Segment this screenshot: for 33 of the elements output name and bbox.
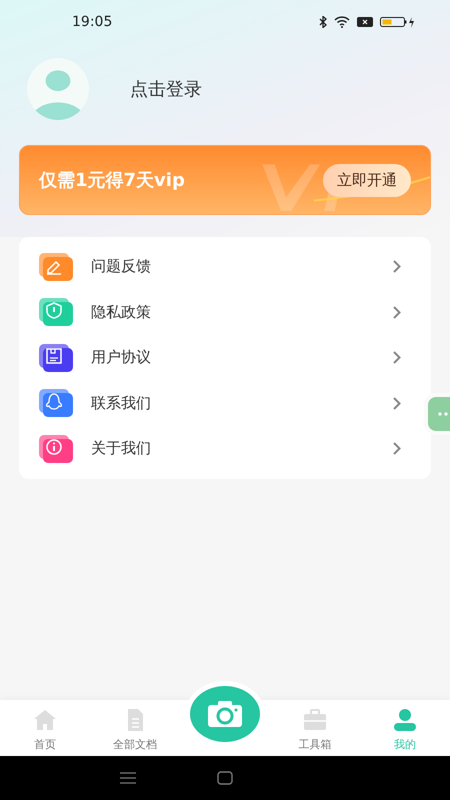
person-icon: [393, 709, 417, 731]
vip-offer-text: 仅需1元得7天vip: [39, 169, 185, 192]
chevron-icon: [393, 260, 401, 274]
status-time: 19:05: [72, 14, 112, 30]
tab[interactable]: 工具箱: [270, 700, 360, 756]
menu-label: 隐私政策: [91, 302, 152, 322]
wifi-icon: [334, 16, 350, 28]
house-icon: [33, 709, 57, 731]
chevron-icon: [393, 396, 401, 410]
dots-icon: [438, 412, 448, 416]
chevron-icon: [393, 442, 401, 456]
sim-icon: [357, 17, 373, 27]
tab[interactable]: 首页: [0, 700, 90, 756]
menu-label: 用户协议: [91, 348, 152, 368]
menu-item[interactable]: 问题反馈: [19, 244, 431, 290]
toolbox-icon: [303, 709, 327, 731]
camera-button[interactable]: [190, 686, 260, 742]
menu-item[interactable]: 隐私政策: [19, 290, 431, 335]
menu-label: 联系我们: [91, 394, 152, 413]
menu-item[interactable]: 联系我们: [19, 380, 431, 426]
menu-item[interactable]: 关于我们: [19, 426, 431, 472]
home-button-icon[interactable]: [216, 771, 233, 785]
menu-label: 问题反馈: [91, 257, 152, 276]
chevron-icon: [393, 306, 401, 319]
tab[interactable]: 全部文档: [90, 700, 180, 756]
menu-item[interactable]: 用户协议: [19, 335, 431, 380]
menu-icon[interactable]: [120, 772, 136, 784]
bluetooth-icon: [319, 16, 327, 28]
camera-icon: [207, 700, 243, 728]
menu-label: 关于我们: [91, 439, 152, 458]
battery-icon: [380, 16, 416, 28]
login-link[interactable]: 点击登录: [130, 77, 202, 101]
chevron-icon: [393, 351, 401, 364]
